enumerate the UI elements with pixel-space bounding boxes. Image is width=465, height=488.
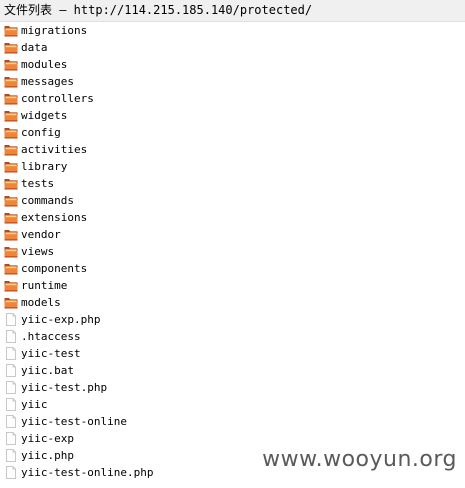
item-name: activities	[21, 143, 88, 156]
watermark-text: www.wooyun.org	[262, 447, 457, 472]
folder-icon	[4, 41, 18, 54]
folder-icon	[4, 109, 18, 122]
item-name: yiic.php	[21, 449, 74, 462]
item-name: yiic-exp.php	[21, 313, 101, 326]
folder-icon	[4, 245, 18, 258]
folder-icon	[4, 58, 18, 71]
item-name: models	[21, 296, 61, 309]
folder-icon	[4, 75, 18, 88]
item-name: .htaccess	[21, 330, 81, 343]
file-icon	[4, 432, 18, 445]
item-name: views	[21, 245, 55, 258]
folder-item[interactable]: widgets	[0, 107, 465, 124]
item-name: yiic.bat	[21, 364, 74, 377]
item-name: migrations	[21, 24, 88, 37]
folder-icon	[4, 160, 18, 173]
folder-item[interactable]: migrations	[0, 22, 465, 39]
file-list: migrations data modules messages controllers…	[0, 22, 465, 481]
item-name: vendor	[21, 228, 61, 241]
folder-icon	[4, 126, 18, 139]
window-title: 文件列表 — http://114.215.185.140/protected/	[4, 3, 313, 17]
folder-icon	[4, 228, 18, 241]
file-item[interactable]: yiic.bat	[0, 362, 465, 379]
item-name: yiic-test-online.php	[21, 466, 154, 479]
file-item[interactable]: yiic-exp.php	[0, 311, 465, 328]
folder-item[interactable]: config	[0, 124, 465, 141]
folder-icon	[4, 194, 18, 207]
folder-icon	[4, 262, 18, 275]
file-item[interactable]: yiic-exp	[0, 430, 465, 447]
item-name: yiic-exp	[21, 432, 74, 445]
item-name: yiic-test	[21, 347, 81, 360]
item-name: widgets	[21, 109, 68, 122]
folder-item[interactable]: messages	[0, 73, 465, 90]
item-name: tests	[21, 177, 55, 190]
folder-icon	[4, 279, 18, 292]
folder-icon	[4, 296, 18, 309]
file-item[interactable]: .htaccess	[0, 328, 465, 345]
item-name: data	[21, 41, 48, 54]
folder-item[interactable]: runtime	[0, 277, 465, 294]
file-item[interactable]: yiic-test	[0, 345, 465, 362]
title-bar: 文件列表 — http://114.215.185.140/protected/	[0, 0, 465, 22]
file-icon	[4, 415, 18, 428]
item-name: commands	[21, 194, 74, 207]
file-item[interactable]: yiic-test.php	[0, 379, 465, 396]
folder-item[interactable]: extensions	[0, 209, 465, 226]
folder-item[interactable]: data	[0, 39, 465, 56]
folder-item[interactable]: commands	[0, 192, 465, 209]
item-name: library	[21, 160, 68, 173]
folder-icon	[4, 143, 18, 156]
item-name: controllers	[21, 92, 94, 105]
folder-item[interactable]: tests	[0, 175, 465, 192]
item-name: messages	[21, 75, 74, 88]
folder-item[interactable]: views	[0, 243, 465, 260]
file-icon	[4, 381, 18, 394]
folder-item[interactable]: activities	[0, 141, 465, 158]
folder-item[interactable]: controllers	[0, 90, 465, 107]
folder-icon	[4, 211, 18, 224]
item-name: components	[21, 262, 88, 275]
item-name: extensions	[21, 211, 88, 224]
file-icon	[4, 347, 18, 360]
item-name: yiic	[21, 398, 48, 411]
item-name: runtime	[21, 279, 68, 292]
file-icon	[4, 466, 18, 479]
item-name: config	[21, 126, 61, 139]
file-icon	[4, 330, 18, 343]
item-name: yiic-test-online	[21, 415, 127, 428]
file-item[interactable]: yiic	[0, 396, 465, 413]
file-icon	[4, 398, 18, 411]
folder-item[interactable]: vendor	[0, 226, 465, 243]
item-name: modules	[21, 58, 68, 71]
folder-icon	[4, 24, 18, 37]
file-icon	[4, 313, 18, 326]
folder-icon	[4, 177, 18, 190]
file-icon	[4, 364, 18, 377]
folder-icon	[4, 92, 18, 105]
folder-item[interactable]: library	[0, 158, 465, 175]
item-name: yiic-test.php	[21, 381, 108, 394]
folder-item[interactable]: models	[0, 294, 465, 311]
file-item[interactable]: yiic-test-online	[0, 413, 465, 430]
folder-item[interactable]: modules	[0, 56, 465, 73]
folder-item[interactable]: components	[0, 260, 465, 277]
file-icon	[4, 449, 18, 462]
